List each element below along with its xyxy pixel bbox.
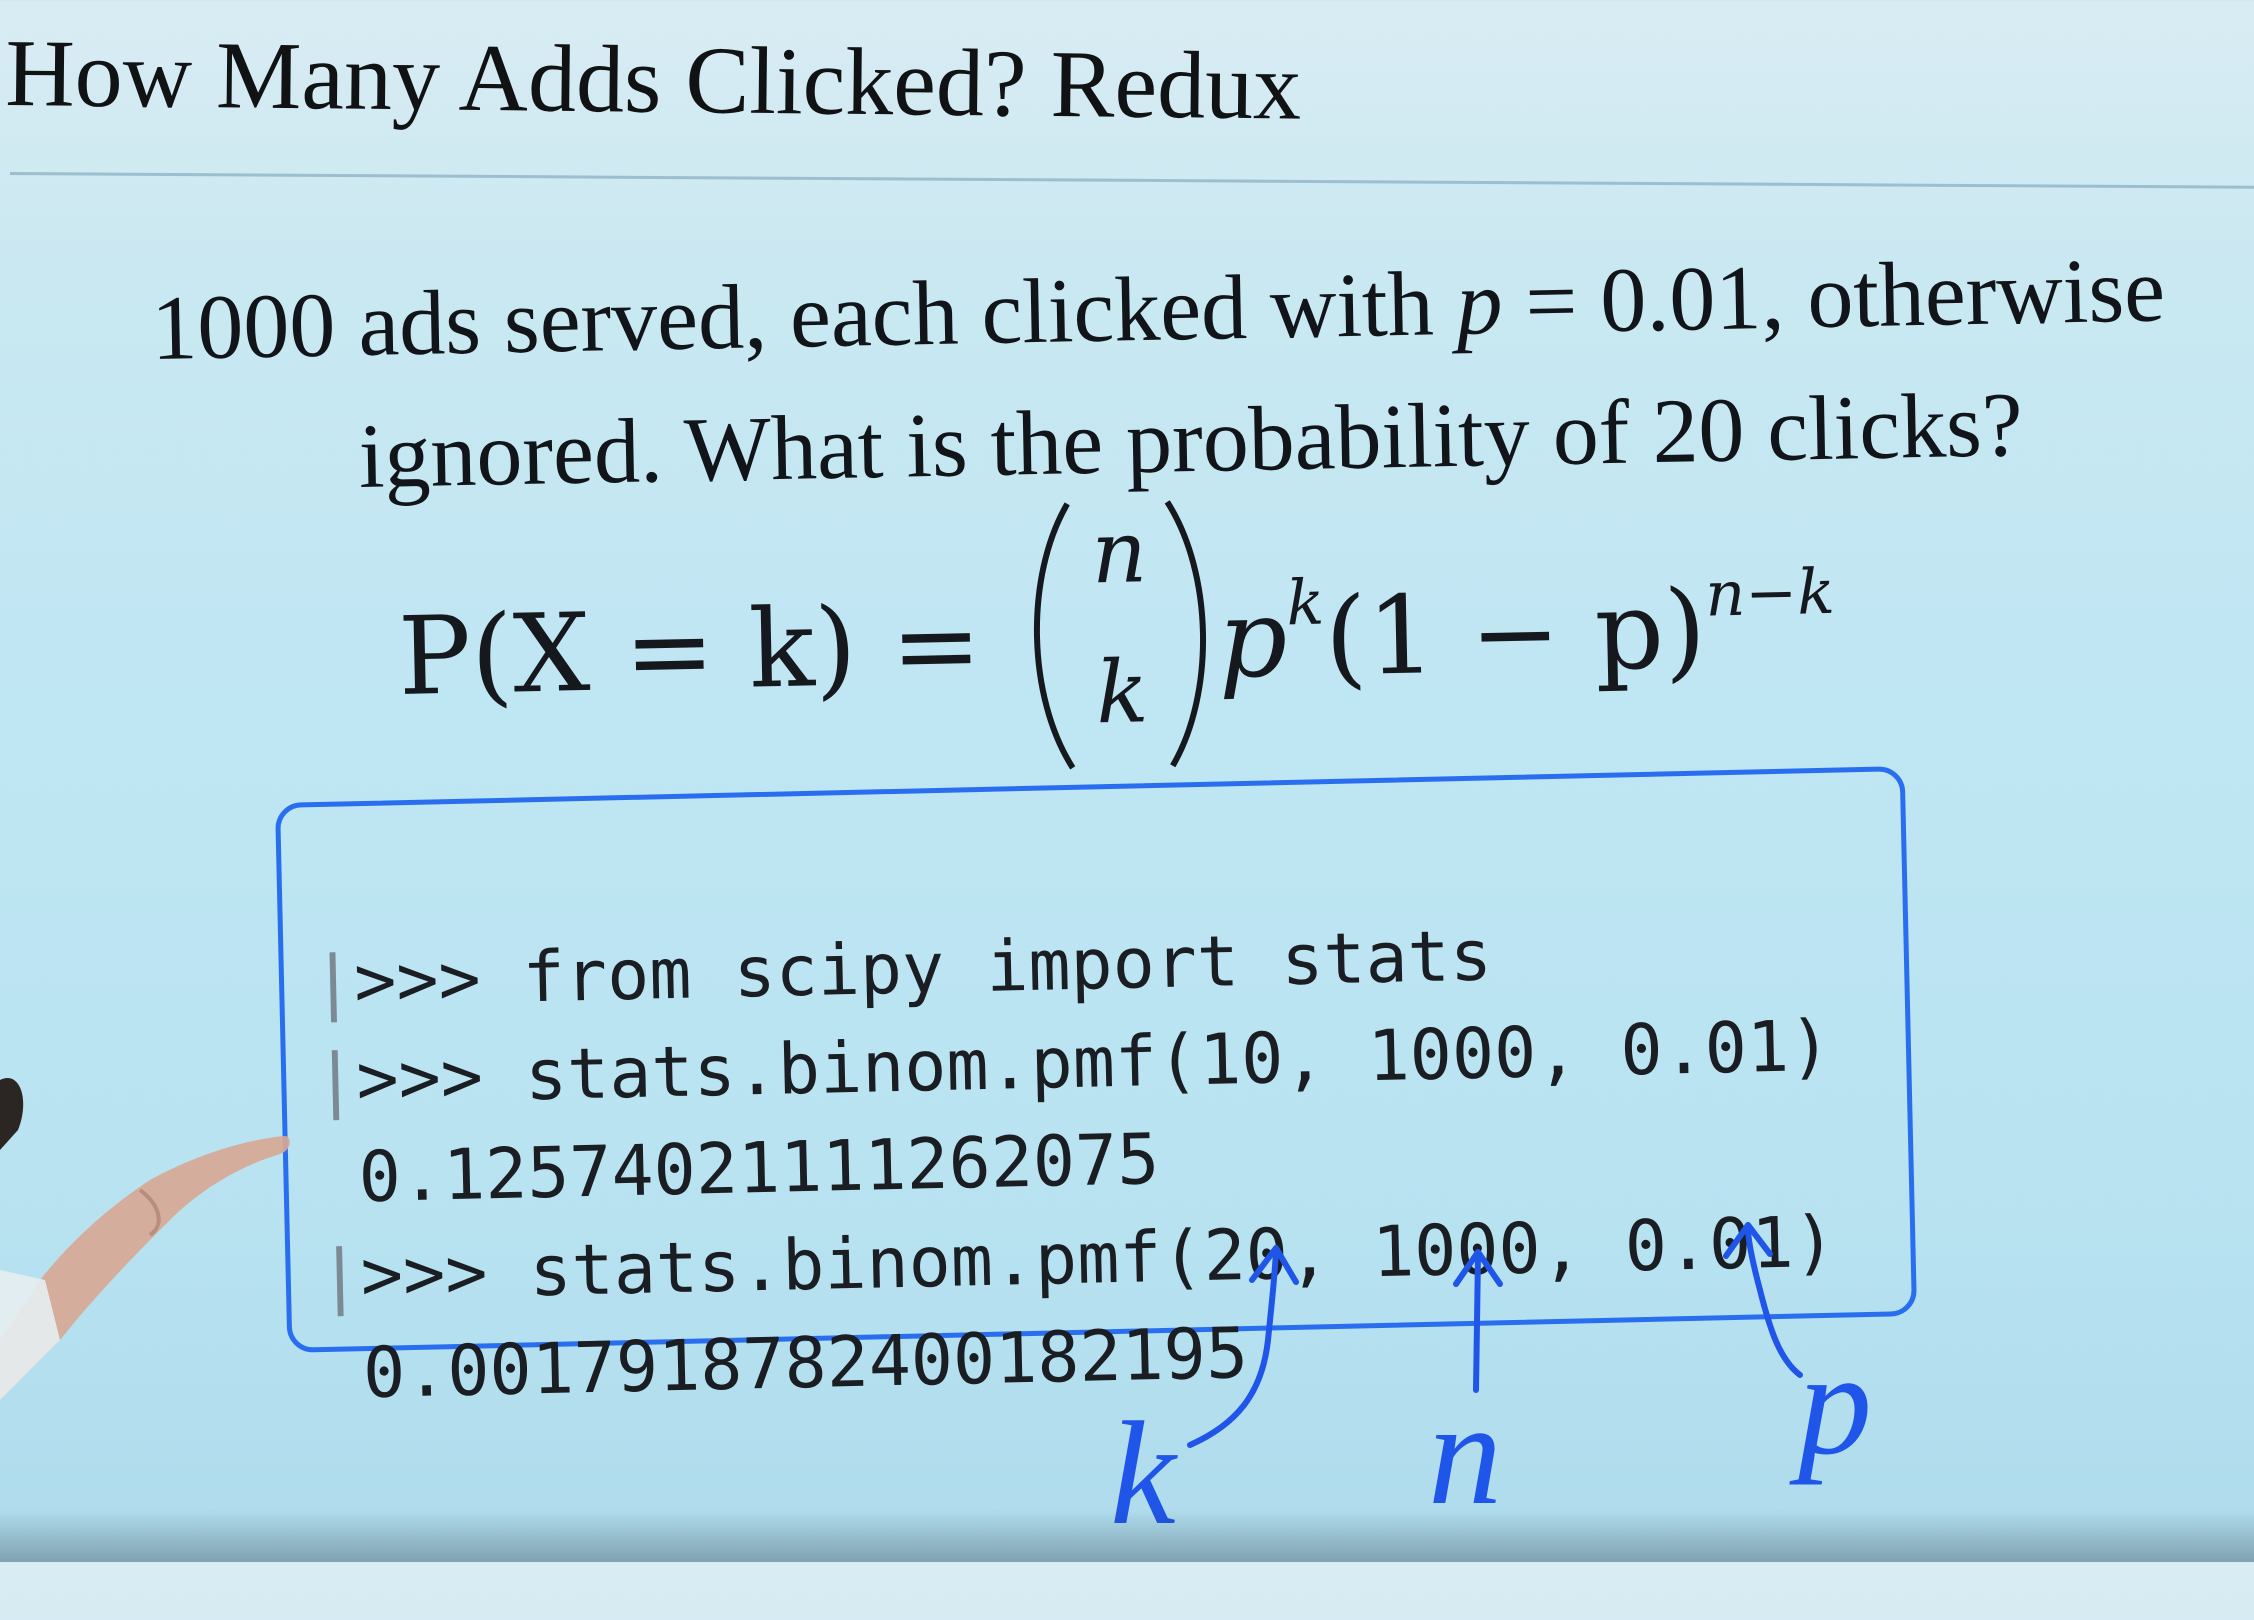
formula-one-minus-p: (1 − p): [1323, 567, 1708, 701]
lecture-slide: How Many Adds Clicked? Redux 1000 ads se…: [0, 0, 2254, 1562]
binom-top-n: n: [1090, 502, 1148, 604]
formula-exp-n-minus-k: n−k: [1704, 554, 1836, 631]
formula-lhs: P(X = k) =: [396, 582, 983, 720]
problem-line-1-suffix: = 0.01, otherwise: [1501, 238, 2166, 354]
binomial-coefficient: n k: [1015, 483, 1221, 787]
annotation-p: p: [1798, 1322, 1872, 1486]
problem-statement: 1000 ads served, each clicked with p = 0…: [150, 222, 2254, 526]
annotation-n: n: [1428, 1372, 1502, 1536]
binomial-formula: P(X = k) = n k pk(1 − p)n−k: [395, 500, 1835, 800]
bottom-shadow: [0, 1510, 2254, 1562]
presenter-hand: [0, 1078, 290, 1400]
formula-rhs: pk(1 − p)n−k: [1216, 555, 1837, 703]
formula-p: p: [1216, 576, 1289, 703]
python-code-box: |>>> from scipy import stats |>>> stats.b…: [275, 766, 1918, 1414]
slide-title: How Many Adds Clicked? Redux: [4, 18, 1302, 140]
probability-variable: p: [1455, 251, 1504, 354]
python-session: |>>> from scipy import stats |>>> stats.b…: [309, 801, 1844, 1619]
problem-line-1-prefix: 1000 ads served, each clicked with: [150, 251, 1458, 379]
title-divider: [9, 172, 2254, 189]
formula-exp-k: k: [1285, 565, 1325, 640]
binom-bottom-k: k: [1095, 642, 1150, 744]
